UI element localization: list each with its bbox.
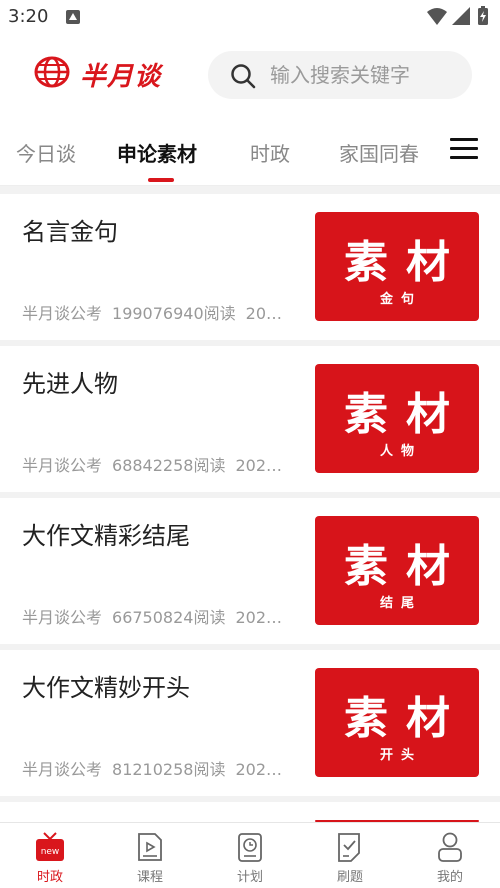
user-profile-icon [438,832,462,862]
signal-icon [452,7,470,25]
article-source: 半月谈公考 [22,760,103,779]
article-title: 大作文精彩结尾 [22,522,190,550]
nav-course[interactable]: 课程 [100,823,200,888]
article-meta: 半月谈公考 199076940阅读 20… [22,300,300,324]
nav-practice[interactable]: 刷题 [300,823,400,888]
article-thumbnail: 素材 开头 [315,668,479,777]
tab-current-affairs[interactable]: 时政 [250,138,290,167]
article-reads: 81210258阅读 [112,760,226,779]
tab-today-talk[interactable]: 今日谈 [16,138,76,167]
globe-logo-icon [34,56,70,88]
search-input[interactable] [270,51,460,99]
article-meta: 半月谈公考 68842258阅读 202… [22,452,300,476]
category-tabs: 今日谈 申论素材 时政 家国同春 [0,116,500,186]
article-title: 先进人物 [22,370,118,398]
list-item[interactable] [0,802,500,822]
wifi-icon [427,8,447,25]
article-date: 202… [235,608,283,627]
article-reads: 199076940阅读 [112,304,236,323]
app-header: 半月谈 [0,34,500,116]
article-source: 半月谈公考 [22,456,103,475]
thumbnail-sub-text: 结尾 [379,596,422,611]
tab-homeland[interactable]: 家国同春 [339,138,419,167]
active-tab-indicator [148,178,174,182]
thumbnail-main-text: 素材 [344,541,468,592]
hamburger-menu-icon[interactable] [450,136,478,162]
article-source: 半月谈公考 [22,608,103,627]
article-date: 20… [245,304,282,323]
plan-clock-icon [238,833,262,862]
nav-label: 我的 [436,870,463,885]
tab-essay-material[interactable]: 申论素材 [117,138,197,167]
article-reads: 68842258阅读 [112,456,226,475]
article-thumbnail: 素材 结尾 [315,516,479,625]
battery-icon [478,6,488,25]
nav-label: 课程 [136,870,163,885]
status-time: 3:20 [8,6,49,27]
search-bar[interactable] [208,51,472,99]
list-item[interactable]: 名言金句 半月谈公考 199076940阅读 20… 素材 金句 [0,194,500,340]
news-icon: new [36,832,64,861]
thumbnail-sub-text: 金句 [379,292,422,307]
search-icon [231,64,256,89]
status-indicators [427,6,488,25]
list-item[interactable]: 大作文精妙开头 半月谈公考 81210258阅读 202… 素材 开头 [0,650,500,796]
bottom-navigation: new 时政 课程 计划 刷题 我的 [0,822,500,888]
article-title: 大作文精妙开头 [22,674,190,702]
article-thumbnail: 素材 金句 [315,212,479,321]
thumbnail-sub-text: 开头 [379,748,422,763]
thumbnail-sub-text: 人物 [379,444,422,459]
article-meta: 半月谈公考 81210258阅读 202… [22,756,300,780]
article-title: 名言金句 [22,218,118,246]
article-source: 半月谈公考 [22,304,103,323]
thumbnail-main-text: 素材 [344,693,468,744]
nav-plan[interactable]: 计划 [200,823,300,888]
article-reads: 66750824阅读 [112,608,226,627]
article-date: 202… [235,760,283,779]
list-item[interactable]: 先进人物 半月谈公考 68842258阅读 202… 素材 人物 [0,346,500,492]
nav-label: 刷题 [336,870,363,885]
nav-profile[interactable]: 我的 [400,823,500,888]
news-badge-text: new [41,847,60,857]
thumbnail-main-text: 素材 [344,389,468,440]
status-bar: 3:20 [0,0,500,34]
nav-label: 时政 [36,870,63,885]
list-item[interactable]: 大作文精彩结尾 半月谈公考 66750824阅读 202… 素材 结尾 [0,498,500,644]
nav-label: 计划 [236,870,263,885]
article-date: 202… [235,456,283,475]
nav-current-affairs[interactable]: new 时政 [0,823,100,888]
thumbnail-main-text: 素材 [344,237,468,288]
article-thumbnail: 素材 人物 [315,364,479,473]
notification-icon [66,10,80,24]
quiz-check-icon [338,833,360,862]
logo-text: 半月谈 [80,62,162,92]
article-meta: 半月谈公考 66750824阅读 202… [22,604,300,628]
course-play-icon [138,833,162,861]
